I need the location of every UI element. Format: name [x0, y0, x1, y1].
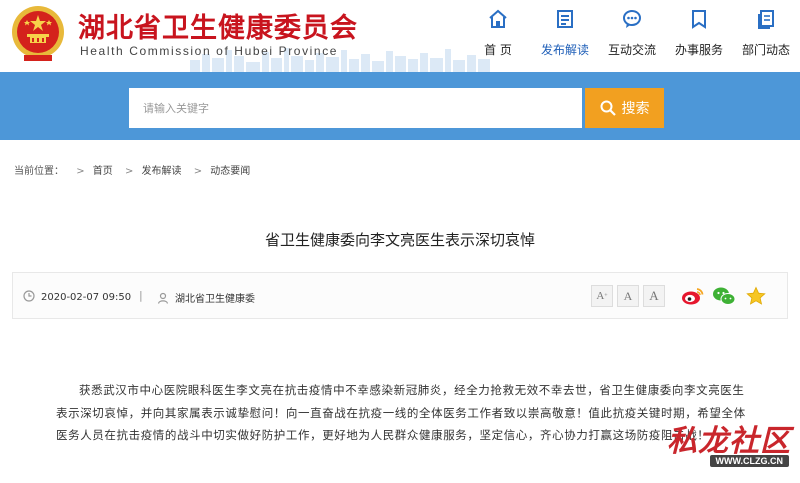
bookmark-icon	[692, 10, 706, 29]
article-meta-bar: 2020-02-07 09:50 | 湖北省卫生健康委 A + A A	[12, 272, 788, 319]
nav-publish-interpretation[interactable]: 发布解读	[530, 0, 600, 72]
article-title: 省卫生健康委向李文亮医生表示深切哀悼	[264, 231, 535, 249]
font-size-increase-label: A	[596, 290, 605, 302]
nav-services[interactable]: 办事服务	[664, 0, 734, 72]
pages-icon	[758, 10, 774, 29]
site-title: 湖北省卫生健康委员会	[78, 13, 358, 44]
breadcrumb-item-news[interactable]: 动态要闻	[210, 166, 250, 177]
publish-date-text: 2020-02-07 09:50	[41, 292, 132, 303]
document-icon	[557, 10, 573, 28]
user-icon	[157, 292, 169, 304]
breadcrumb-item-home[interactable]: 首页	[93, 166, 113, 177]
breadcrumb-item-publish[interactable]: 发布解读	[142, 166, 182, 177]
nav-department-news[interactable]: 部门动态	[731, 0, 800, 72]
watermark-url: WWW.CLZG.CN	[709, 455, 789, 467]
nav-interaction[interactable]: 互动交流	[597, 0, 667, 72]
chat-bubble-icon	[623, 10, 641, 28]
nav-publish-label: 发布解读	[540, 43, 589, 57]
breadcrumb-prefix: 当前位置：	[14, 166, 64, 177]
search-button-label: 搜索	[621, 101, 650, 117]
wechat-icon	[713, 287, 736, 305]
weibo-icon	[682, 288, 704, 305]
site-header: 湖北省卫生健康委员会 Health Commission of Hubei Pr…	[0, 0, 800, 72]
nav-interaction-label: 互动交流	[607, 43, 656, 57]
watermark-text: 私龙社区	[667, 424, 791, 459]
font-size-decrease-label: A	[649, 288, 659, 303]
nav-home-label: 首 页	[484, 43, 512, 57]
search-button[interactable]: 搜索	[585, 88, 664, 128]
font-size-increase-button[interactable]: A +	[591, 285, 613, 307]
article-source-text: 湖北省卫生健康委	[175, 294, 255, 305]
meta-divider: |	[139, 289, 143, 302]
breadcrumb: 当前位置： > 首页 > 发布解读 > 动态要闻	[14, 162, 254, 177]
search-input[interactable]	[129, 88, 582, 128]
nav-services-label: 办事服务	[674, 43, 723, 57]
nav-home[interactable]: 首 页	[463, 0, 533, 72]
share-wechat-button[interactable]	[712, 285, 736, 307]
search-icon	[600, 100, 616, 116]
site-watermark: 私龙社区 WWW.CLZG.CN	[645, 416, 795, 470]
site-subtitle: Health Commission of Hubei Province	[80, 44, 339, 58]
font-size-default-button[interactable]: A	[617, 285, 639, 307]
font-size-decrease-button[interactable]: A	[643, 285, 665, 307]
search-band: 搜索	[0, 72, 800, 140]
nav-department-label: 部门动态	[741, 43, 790, 57]
breadcrumb-separator: >	[193, 166, 203, 177]
home-icon	[489, 9, 507, 28]
favorite-star-icon	[746, 286, 766, 305]
breadcrumb-separator: >	[124, 166, 134, 177]
share-weibo-button[interactable]	[681, 285, 705, 307]
breadcrumb-separator: >	[76, 166, 85, 177]
publish-date: 2020-02-07 09:50	[23, 290, 131, 303]
national-emblem-logo	[12, 6, 64, 61]
clock-icon	[23, 290, 35, 302]
font-size-default-label: A	[623, 288, 633, 303]
article-source: 湖北省卫生健康委	[157, 290, 255, 305]
favorite-button[interactable]	[744, 285, 768, 307]
